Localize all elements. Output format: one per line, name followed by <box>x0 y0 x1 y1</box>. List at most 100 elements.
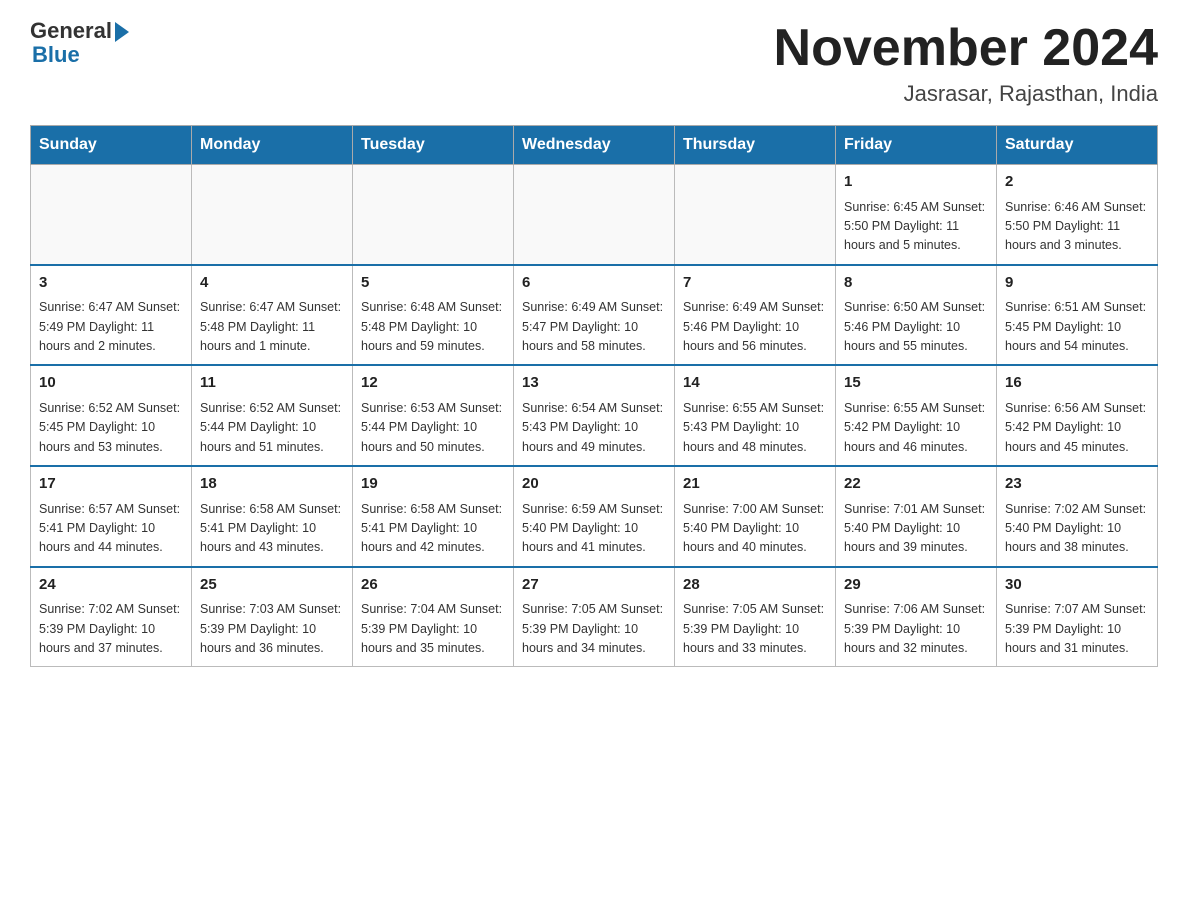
sun-info: Sunrise: 7:04 AM Sunset: 5:39 PM Dayligh… <box>361 600 505 658</box>
day-number: 5 <box>361 272 505 295</box>
sun-info: Sunrise: 7:05 AM Sunset: 5:39 PM Dayligh… <box>522 600 666 658</box>
calendar-cell: 8 Sunrise: 6:50 AM Sunset: 5:46 PM Daylig… <box>836 265 997 366</box>
day-number: 12 <box>361 372 505 395</box>
day-number: 9 <box>1005 272 1149 295</box>
title-block: November 2024 Jasrasar, Rajasthan, India <box>774 20 1158 107</box>
sun-info: Sunrise: 6:50 AM Sunset: 5:46 PM Dayligh… <box>844 298 988 356</box>
sun-info: Sunrise: 6:47 AM Sunset: 5:48 PM Dayligh… <box>200 298 344 356</box>
calendar-cell <box>514 165 675 265</box>
calendar-week-row: 17 Sunrise: 6:57 AM Sunset: 5:41 PM Dayli… <box>31 466 1158 567</box>
sun-info: Sunrise: 7:01 AM Sunset: 5:40 PM Dayligh… <box>844 500 988 558</box>
calendar-cell: 24Sunrise: 7:02 AM Sunset: 5:39 PM Dayli… <box>31 567 192 667</box>
calendar-header-wednesday: Wednesday <box>514 126 675 165</box>
day-number: 2 <box>1005 171 1149 194</box>
calendar-cell: 6 Sunrise: 6:49 AM Sunset: 5:47 PM Daylig… <box>514 265 675 366</box>
sun-info: Sunrise: 7:06 AM Sunset: 5:39 PM Dayligh… <box>844 600 988 658</box>
sun-info: Sunrise: 6:58 AM Sunset: 5:41 PM Dayligh… <box>361 500 505 558</box>
calendar-cell: 25 Sunrise: 7:03 AM Sunset: 5:39 PM Dayli… <box>192 567 353 667</box>
day-number: 15 <box>844 372 988 395</box>
calendar-cell: 26 Sunrise: 7:04 AM Sunset: 5:39 PM Dayli… <box>353 567 514 667</box>
location-title: Jasrasar, Rajasthan, India <box>774 81 1158 107</box>
day-number: 25 <box>200 574 344 597</box>
calendar-cell: 19 Sunrise: 6:58 AM Sunset: 5:41 PM Dayli… <box>353 466 514 567</box>
calendar-week-row: 3 Sunrise: 6:47 AM Sunset: 5:49 PM Daylig… <box>31 265 1158 366</box>
sun-info: Sunrise: 6:52 AM Sunset: 5:45 PM Dayligh… <box>39 399 183 457</box>
day-number: 16 <box>1005 372 1149 395</box>
calendar-cell <box>31 165 192 265</box>
day-number: 8 <box>844 272 988 295</box>
sun-info: Sunrise: 6:49 AM Sunset: 5:47 PM Dayligh… <box>522 298 666 356</box>
day-number: 23 <box>1005 473 1149 496</box>
sun-info: Sunrise: 6:51 AM Sunset: 5:45 PM Dayligh… <box>1005 298 1149 356</box>
calendar-cell: 9 Sunrise: 6:51 AM Sunset: 5:45 PM Daylig… <box>997 265 1158 366</box>
sun-info: Sunrise: 6:45 AM Sunset: 5:50 PM Dayligh… <box>844 198 988 256</box>
sun-info: Sunrise: 6:54 AM Sunset: 5:43 PM Dayligh… <box>522 399 666 457</box>
sun-info: Sunrise: 6:58 AM Sunset: 5:41 PM Dayligh… <box>200 500 344 558</box>
day-number: 29 <box>844 574 988 597</box>
calendar-cell: 7Sunrise: 6:49 AM Sunset: 5:46 PM Daylig… <box>675 265 836 366</box>
calendar-cell <box>353 165 514 265</box>
day-number: 6 <box>522 272 666 295</box>
day-number: 13 <box>522 372 666 395</box>
day-number: 10 <box>39 372 183 395</box>
day-number: 30 <box>1005 574 1149 597</box>
sun-info: Sunrise: 7:03 AM Sunset: 5:39 PM Dayligh… <box>200 600 344 658</box>
calendar-cell <box>675 165 836 265</box>
calendar-cell: 14 Sunrise: 6:55 AM Sunset: 5:43 PM Dayli… <box>675 365 836 466</box>
calendar-cell: 2Sunrise: 6:46 AM Sunset: 5:50 PM Daylig… <box>997 165 1158 265</box>
day-number: 18 <box>200 473 344 496</box>
calendar-header-friday: Friday <box>836 126 997 165</box>
calendar-table: SundayMondayTuesdayWednesdayThursdayFrid… <box>30 125 1158 667</box>
day-number: 4 <box>200 272 344 295</box>
day-number: 24 <box>39 574 183 597</box>
calendar-header-thursday: Thursday <box>675 126 836 165</box>
day-number: 26 <box>361 574 505 597</box>
logo: General Blue <box>30 20 129 68</box>
logo-arrow-icon <box>115 22 129 42</box>
calendar-week-row: 10 Sunrise: 6:52 AM Sunset: 5:45 PM Dayli… <box>31 365 1158 466</box>
logo-general-text: General <box>30 20 112 42</box>
calendar-header-sunday: Sunday <box>31 126 192 165</box>
day-number: 3 <box>39 272 183 295</box>
sun-info: Sunrise: 7:00 AM Sunset: 5:40 PM Dayligh… <box>683 500 827 558</box>
calendar-cell: 29 Sunrise: 7:06 AM Sunset: 5:39 PM Dayli… <box>836 567 997 667</box>
calendar-cell: 3 Sunrise: 6:47 AM Sunset: 5:49 PM Daylig… <box>31 265 192 366</box>
sun-info: Sunrise: 6:57 AM Sunset: 5:41 PM Dayligh… <box>39 500 183 558</box>
day-number: 20 <box>522 473 666 496</box>
sun-info: Sunrise: 6:55 AM Sunset: 5:43 PM Dayligh… <box>683 399 827 457</box>
calendar-header-saturday: Saturday <box>997 126 1158 165</box>
page-header: General Blue November 2024 Jasrasar, Raj… <box>30 20 1158 107</box>
calendar-header-monday: Monday <box>192 126 353 165</box>
calendar-week-row: 1 Sunrise: 6:45 AM Sunset: 5:50 PM Daylig… <box>31 165 1158 265</box>
calendar-cell: 20Sunrise: 6:59 AM Sunset: 5:40 PM Dayli… <box>514 466 675 567</box>
day-number: 21 <box>683 473 827 496</box>
day-number: 14 <box>683 372 827 395</box>
calendar-header-row: SundayMondayTuesdayWednesdayThursdayFrid… <box>31 126 1158 165</box>
logo-blue-text: Blue <box>32 42 80 68</box>
day-number: 27 <box>522 574 666 597</box>
sun-info: Sunrise: 6:48 AM Sunset: 5:48 PM Dayligh… <box>361 298 505 356</box>
calendar-cell <box>192 165 353 265</box>
sun-info: Sunrise: 7:05 AM Sunset: 5:39 PM Dayligh… <box>683 600 827 658</box>
calendar-cell: 22Sunrise: 7:01 AM Sunset: 5:40 PM Dayli… <box>836 466 997 567</box>
day-number: 28 <box>683 574 827 597</box>
calendar-cell: 30 Sunrise: 7:07 AM Sunset: 5:39 PM Dayli… <box>997 567 1158 667</box>
calendar-cell: 23 Sunrise: 7:02 AM Sunset: 5:40 PM Dayli… <box>997 466 1158 567</box>
calendar-cell: 15 Sunrise: 6:55 AM Sunset: 5:42 PM Dayli… <box>836 365 997 466</box>
sun-info: Sunrise: 7:07 AM Sunset: 5:39 PM Dayligh… <box>1005 600 1149 658</box>
sun-info: Sunrise: 7:02 AM Sunset: 5:40 PM Dayligh… <box>1005 500 1149 558</box>
calendar-cell: 17 Sunrise: 6:57 AM Sunset: 5:41 PM Dayli… <box>31 466 192 567</box>
calendar-cell: 27 Sunrise: 7:05 AM Sunset: 5:39 PM Dayli… <box>514 567 675 667</box>
sun-info: Sunrise: 6:55 AM Sunset: 5:42 PM Dayligh… <box>844 399 988 457</box>
calendar-cell: 11Sunrise: 6:52 AM Sunset: 5:44 PM Dayli… <box>192 365 353 466</box>
calendar-cell: 5 Sunrise: 6:48 AM Sunset: 5:48 PM Daylig… <box>353 265 514 366</box>
sun-info: Sunrise: 6:49 AM Sunset: 5:46 PM Dayligh… <box>683 298 827 356</box>
sun-info: Sunrise: 6:47 AM Sunset: 5:49 PM Dayligh… <box>39 298 183 356</box>
day-number: 17 <box>39 473 183 496</box>
day-number: 19 <box>361 473 505 496</box>
calendar-cell: 4 Sunrise: 6:47 AM Sunset: 5:48 PM Daylig… <box>192 265 353 366</box>
day-number: 1 <box>844 171 988 194</box>
calendar-cell: 10 Sunrise: 6:52 AM Sunset: 5:45 PM Dayli… <box>31 365 192 466</box>
calendar-cell: 12Sunrise: 6:53 AM Sunset: 5:44 PM Dayli… <box>353 365 514 466</box>
day-number: 11 <box>200 372 344 395</box>
